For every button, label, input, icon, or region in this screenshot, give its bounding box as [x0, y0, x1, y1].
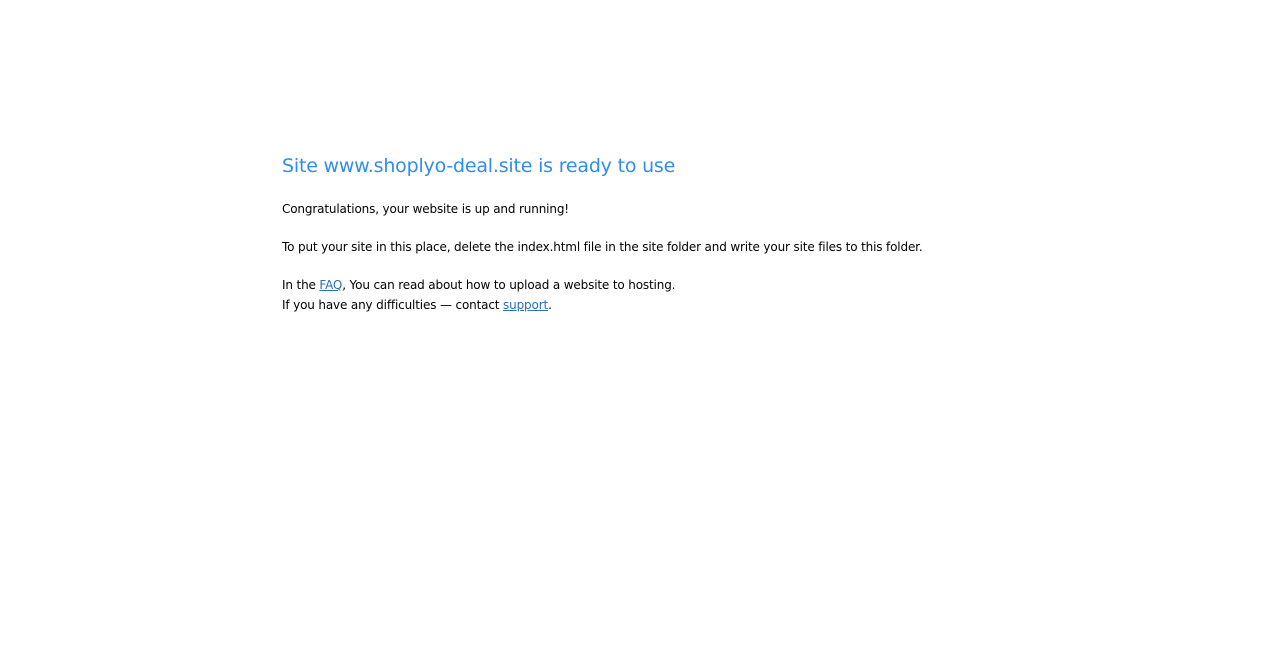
support-link[interactable]: support	[503, 298, 548, 312]
congratulations-text: Congratulations, your website is up and …	[282, 202, 569, 216]
support-prefix-text: If you have any difficulties — contact	[282, 298, 504, 312]
support-suffix-text: .	[548, 298, 552, 312]
support-line: If you have any difficulties — contact s…	[282, 295, 1182, 315]
main-content: Site www.shoplyo-deal.site is ready to u…	[282, 152, 1182, 315]
instructions-text: To put your site in this place, delete t…	[282, 240, 923, 254]
faq-suffix-text: , You can read about how to upload a web…	[342, 278, 676, 292]
faq-line: In the FAQ, You can read about how to up…	[282, 275, 1182, 295]
faq-link[interactable]: FAQ	[319, 278, 342, 292]
help-section: In the FAQ, You can read about how to up…	[282, 275, 1182, 315]
faq-prefix-text: In the	[282, 278, 320, 292]
page-title: Site www.shoplyo-deal.site is ready to u…	[282, 155, 676, 177]
